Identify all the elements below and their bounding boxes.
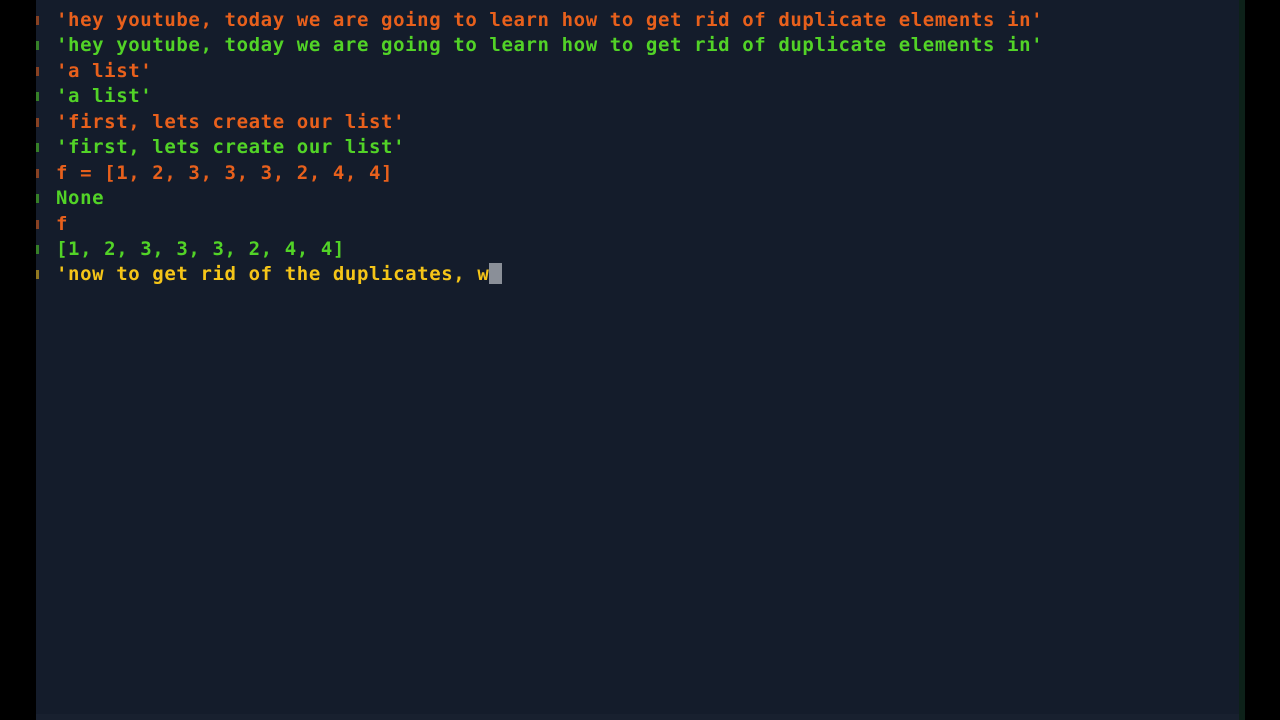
terminal-line-text: 'a list' bbox=[56, 85, 153, 108]
terminal-line: 'a list' bbox=[36, 84, 1239, 109]
gutter-marker-dot bbox=[36, 92, 39, 102]
gutter-marker-dot bbox=[36, 270, 39, 280]
terminal-line: 'first, lets create our list' bbox=[36, 110, 1239, 135]
terminal-line: f bbox=[36, 212, 1239, 237]
terminal-line-text: [1, 2, 3, 3, 3, 2, 4, 4] bbox=[56, 237, 345, 260]
gutter-marker-dot bbox=[36, 66, 39, 76]
left-letterbox-bar bbox=[0, 0, 36, 720]
gutter-marker-dot bbox=[36, 244, 39, 254]
terminal-line: 'first, lets create our list' bbox=[36, 135, 1239, 160]
terminal-line: 'now to get rid of the duplicates, w bbox=[36, 262, 1239, 287]
terminal-line-list: 'hey youtube, today we are going to lear… bbox=[36, 8, 1239, 288]
terminal-line-text: f bbox=[56, 212, 69, 235]
terminal-line-text: 'now to get rid of the duplicates, w bbox=[56, 262, 503, 287]
gutter-marker-dot bbox=[36, 194, 39, 204]
terminal-line: f = [1, 2, 3, 3, 3, 2, 4, 4] bbox=[36, 161, 1239, 186]
terminal-line-text: 'a list' bbox=[56, 59, 153, 82]
block-cursor bbox=[489, 263, 503, 285]
terminal-line-text: f = [1, 2, 3, 3, 3, 2, 4, 4] bbox=[56, 161, 394, 184]
gutter-marker-dot bbox=[36, 41, 39, 51]
right-letterbox-bar bbox=[1245, 0, 1280, 720]
terminal-line-text: None bbox=[56, 187, 105, 210]
gutter-marker-dot bbox=[36, 16, 39, 25]
terminal-line: 'hey youtube, today we are going to lear… bbox=[36, 33, 1239, 58]
terminal-line: None bbox=[36, 186, 1239, 211]
terminal-line-text: 'first, lets create our list' bbox=[56, 110, 406, 133]
terminal-line: [1, 2, 3, 3, 3, 2, 4, 4] bbox=[36, 237, 1239, 262]
gutter-marker-dot bbox=[36, 143, 39, 153]
terminal-bottom-strip bbox=[36, 714, 1239, 720]
screen-root: 'hey youtube, today we are going to lear… bbox=[0, 0, 1280, 720]
terminal-line-text: 'first, lets create our list' bbox=[56, 136, 406, 159]
terminal-line: 'hey youtube, today we are going to lear… bbox=[36, 8, 1239, 33]
terminal-pane[interactable]: 'hey youtube, today we are going to lear… bbox=[36, 0, 1239, 720]
gutter-marker-dot bbox=[36, 117, 39, 127]
terminal-line-text-run: 'now to get rid of the duplicates, w bbox=[56, 263, 490, 286]
terminal-line: 'a list' bbox=[36, 59, 1239, 84]
terminal-line-text: 'hey youtube, today we are going to lear… bbox=[56, 9, 1044, 31]
gutter-marker-dot bbox=[36, 219, 39, 229]
terminal-line-text: 'hey youtube, today we are going to lear… bbox=[56, 34, 1044, 57]
gutter-marker-dot bbox=[36, 168, 39, 178]
